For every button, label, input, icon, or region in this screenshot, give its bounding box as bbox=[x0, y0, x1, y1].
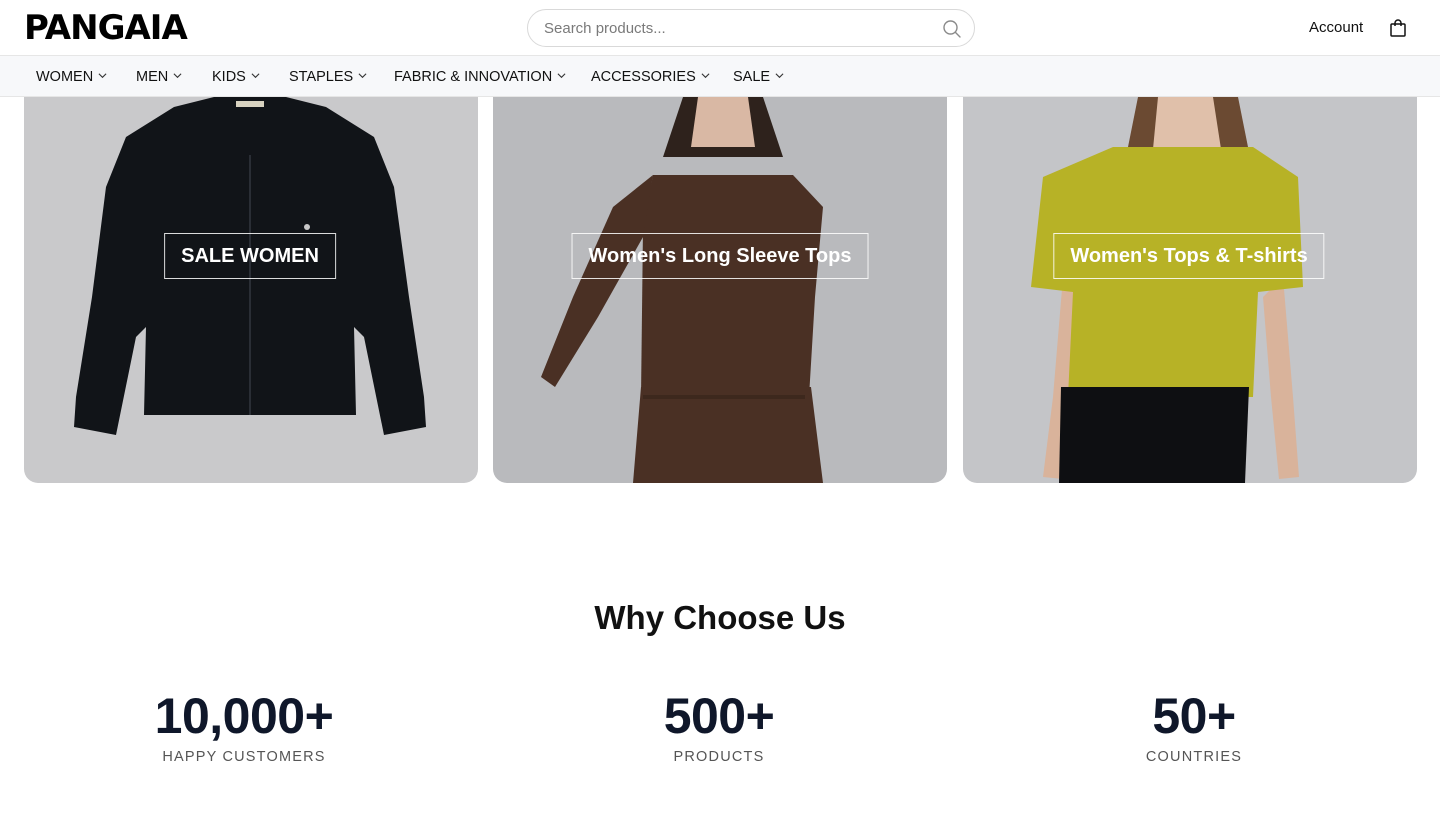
nav-item-fabric-innovation[interactable]: FABRIC & INNOVATION bbox=[394, 68, 566, 86]
stat-products: 500+ PRODUCTS bbox=[509, 688, 929, 766]
chevron-down-icon bbox=[98, 73, 107, 79]
chevron-down-icon bbox=[173, 73, 182, 79]
category-image bbox=[493, 97, 947, 483]
main-nav: WOMEN MEN KIDS STAPLES FABRIC & INNOVATI… bbox=[0, 56, 1440, 97]
brand-logo[interactable]: PANGAIA bbox=[24, 8, 188, 48]
nav-item-label: SALE bbox=[733, 69, 771, 85]
category-image bbox=[24, 97, 478, 483]
chevron-down-icon bbox=[358, 73, 367, 79]
nav-item-sale[interactable]: SALE bbox=[733, 68, 784, 86]
stat-label: PRODUCTS bbox=[673, 749, 765, 765]
category-label: Women's Tops & T-shirts bbox=[1053, 233, 1325, 279]
stat-countries: 50+ COUNTRIES bbox=[984, 688, 1404, 766]
label-tag bbox=[236, 101, 264, 107]
nav-item-label: ACCESSORIES bbox=[591, 69, 696, 85]
search-bar bbox=[527, 9, 975, 47]
nav-item-men[interactable]: MEN bbox=[136, 68, 182, 86]
nav-item-staples[interactable]: STAPLES bbox=[289, 68, 367, 86]
search-input[interactable] bbox=[544, 10, 924, 46]
nav-item-label: STAPLES bbox=[289, 69, 354, 85]
account-link[interactable]: Account bbox=[1309, 19, 1363, 37]
stat-value: 500+ bbox=[663, 688, 775, 744]
section-title: Why Choose Us bbox=[594, 599, 846, 636]
nav-item-label: WOMEN bbox=[36, 69, 94, 85]
category-card-long-sleeve-tops[interactable]: Women's Long Sleeve Tops bbox=[493, 97, 947, 483]
nav-item-women[interactable]: WOMEN bbox=[36, 68, 107, 86]
nav-item-label: MEN bbox=[136, 69, 169, 85]
nav-item-kids[interactable]: KIDS bbox=[212, 68, 260, 86]
pants-shape bbox=[1059, 387, 1249, 483]
category-card-sale-women[interactable]: SALE WOMEN bbox=[24, 97, 478, 483]
chevron-down-icon bbox=[701, 73, 710, 79]
face-neck-shape bbox=[691, 97, 755, 147]
stat-value: 50+ bbox=[1152, 688, 1236, 744]
nav-item-label: KIDS bbox=[212, 69, 246, 85]
stat-label: COUNTRIES bbox=[1145, 749, 1243, 765]
button-detail bbox=[304, 224, 310, 230]
category-image bbox=[963, 97, 1417, 483]
category-label: SALE WOMEN bbox=[164, 233, 336, 279]
nav-item-accessories[interactable]: ACCESSORIES bbox=[591, 68, 710, 86]
category-card-tops-tshirts[interactable]: Women's Tops & T-shirts bbox=[963, 97, 1417, 483]
face-neck-shape bbox=[1153, 97, 1221, 149]
category-label: Women's Long Sleeve Tops bbox=[571, 233, 869, 279]
chevron-down-icon bbox=[557, 73, 566, 79]
stat-happy-customers: 10,000+ HAPPY CUSTOMERS bbox=[34, 688, 454, 766]
stat-value: 10,000+ bbox=[154, 688, 334, 744]
chevron-down-icon bbox=[775, 73, 784, 79]
shopping-bag-icon[interactable] bbox=[1389, 18, 1407, 38]
chevron-down-icon bbox=[251, 73, 260, 79]
search-icon[interactable] bbox=[942, 19, 962, 39]
nav-item-label: FABRIC & INNOVATION bbox=[394, 69, 553, 85]
site-header: PANGAIA Account bbox=[0, 0, 1440, 56]
stat-label: HAPPY CUSTOMERS bbox=[162, 749, 326, 765]
